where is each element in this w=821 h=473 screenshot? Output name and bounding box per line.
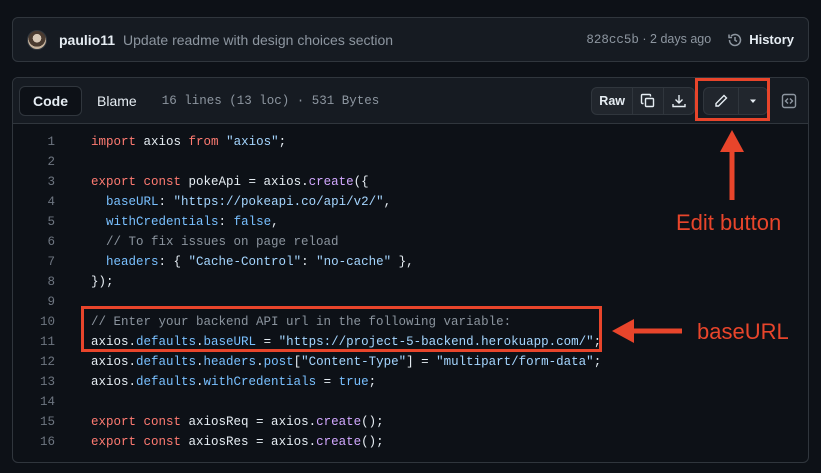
baseurl-arrow-icon — [612, 319, 682, 343]
edit-button-annotation: Edit button — [676, 210, 782, 235]
annotation-arrows — [612, 130, 744, 343]
baseurl-annotation: baseURL — [697, 319, 789, 344]
edit-arrow-icon — [720, 130, 744, 200]
